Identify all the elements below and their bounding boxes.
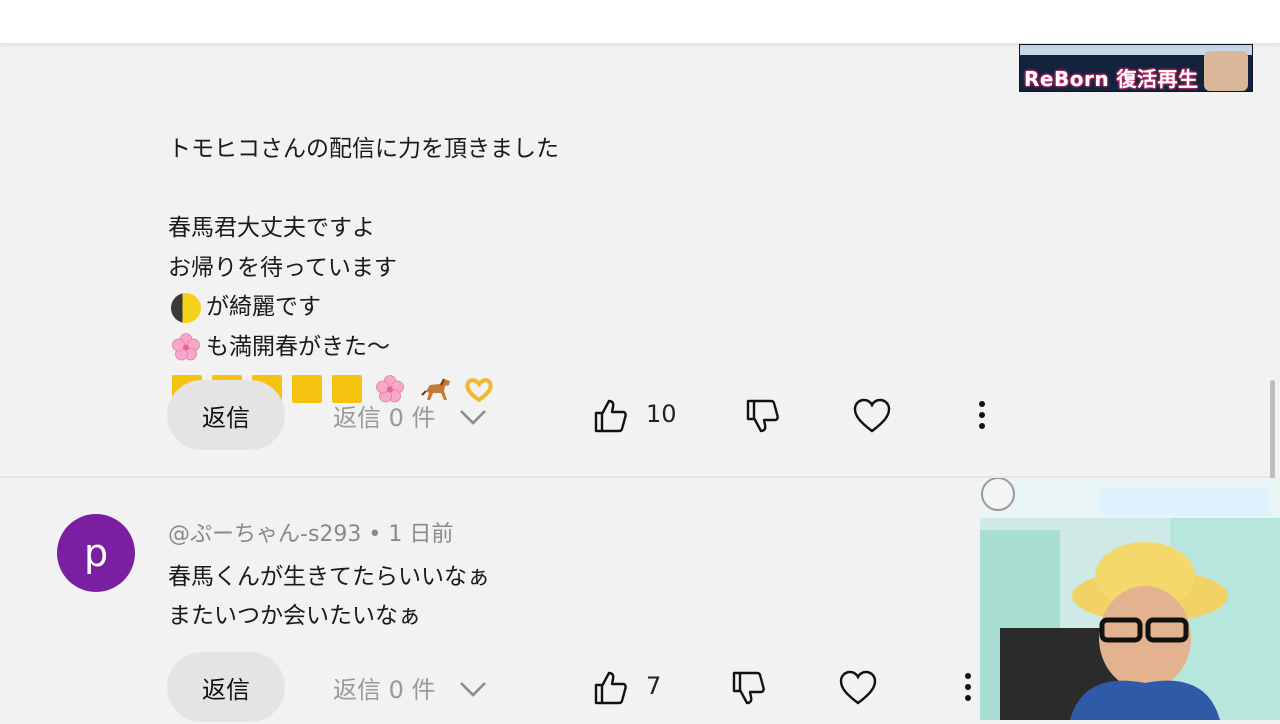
- comment-line-blank: [168, 170, 559, 210]
- replies-count-label: 返信 0 件: [333, 404, 436, 432]
- reply-button[interactable]: 返信: [167, 652, 285, 722]
- comment-line: またいつか会いたいなぁ: [168, 603, 421, 629]
- heart-icon[interactable]: [852, 398, 892, 434]
- thumbs-down-icon[interactable]: [744, 398, 780, 434]
- comment-line-blossom: も満開春がきた〜: [168, 328, 559, 368]
- comment-line: トモヒコさんの配信に力を頂きました: [168, 136, 559, 162]
- reply-button-label: 返信: [202, 675, 250, 704]
- like-count: 7: [646, 672, 662, 700]
- view-replies-toggle[interactable]: 返信 0 件: [333, 670, 488, 705]
- comment-author-and-time[interactable]: @ぷーちゃん-s293 • 1 日前: [168, 516, 453, 548]
- video-thumbnail-overlay[interactable]: ReBorn 復活再生: [1019, 44, 1253, 92]
- top-bar: [0, 0, 1280, 44]
- cherry-blossom-emoji: [172, 333, 200, 361]
- pip-video[interactable]: [980, 478, 1280, 720]
- thumbs-up-icon[interactable]: [592, 670, 628, 706]
- like-count: 10: [646, 400, 677, 428]
- chevron-down-icon: [459, 681, 486, 697]
- thumbnail-face-image: [1204, 51, 1248, 91]
- avatar[interactable]: p: [57, 514, 135, 592]
- moon-emoji: [171, 292, 201, 323]
- thumbnail-title: ReBorn 復活再生: [1024, 67, 1199, 91]
- scrollbar[interactable]: [1270, 380, 1275, 480]
- comment-1: トモヒコさんの配信に力を頂きました 春馬君大丈夫ですよ お帰りを待っています が…: [0, 44, 1270, 476]
- avatar-letter: p: [83, 531, 109, 575]
- comment-line-moon: が綺麗です: [168, 288, 559, 328]
- comment-1-text: トモヒコさんの配信に力を頂きました 春馬君大丈夫ですよ お帰りを待っています が…: [168, 130, 559, 367]
- replies-count-label: 返信 0 件: [333, 676, 436, 704]
- comment-line: お帰りを待っています: [168, 254, 397, 281]
- heart-icon[interactable]: [838, 670, 878, 706]
- thumbs-down-icon[interactable]: [730, 670, 766, 706]
- comment-line: 春馬君大丈夫ですよ: [168, 215, 375, 241]
- reply-button-label: 返信: [202, 403, 250, 432]
- comment-1-actions: 返信 返信 0 件 10: [0, 380, 1270, 452]
- pip-video-frame: [980, 478, 1280, 720]
- comment-2-text: 春馬くんが生きてたらいいなぁ またいつか会いたいなぁ: [168, 558, 490, 636]
- more-vert-icon[interactable]: [972, 398, 992, 434]
- view-replies-toggle[interactable]: 返信 0 件: [333, 398, 488, 433]
- chevron-down-icon: [459, 409, 486, 425]
- comment-line: 春馬くんが生きてたらいいなぁ: [168, 564, 490, 590]
- reply-button[interactable]: 返信: [167, 380, 285, 450]
- comment-line-text: が綺麗です: [206, 294, 321, 320]
- thumbs-up-icon[interactable]: [592, 398, 628, 434]
- comment-line-text: も満開春がきた〜: [206, 333, 390, 360]
- more-vert-icon[interactable]: [958, 670, 978, 706]
